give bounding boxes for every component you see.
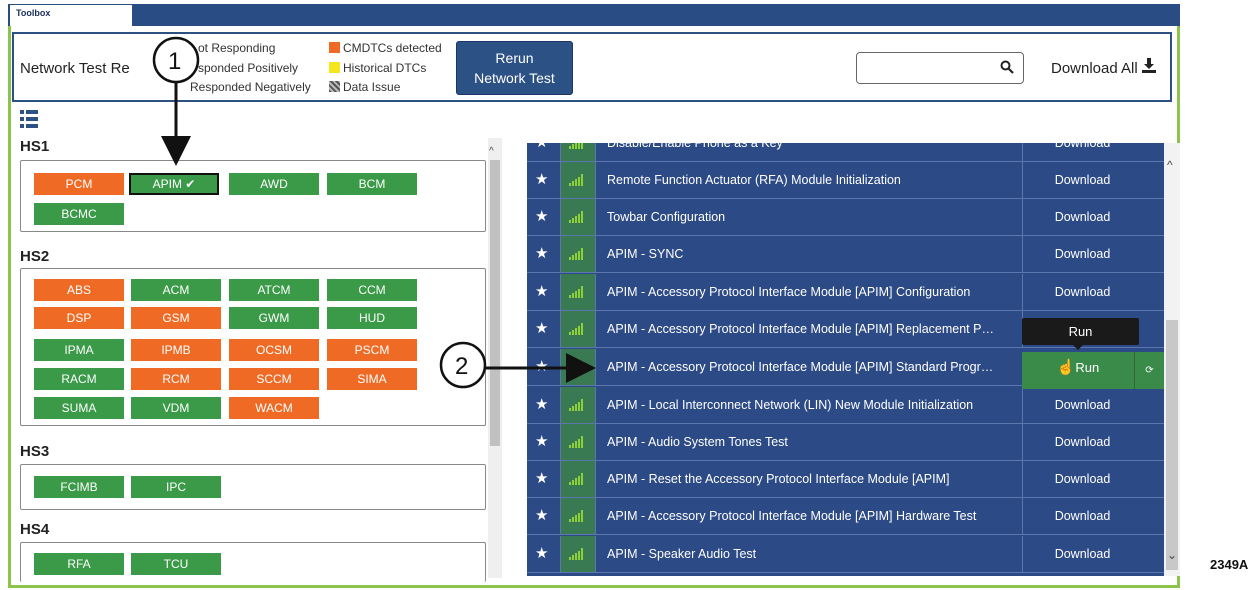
- callout-number-1: 1: [168, 48, 181, 75]
- callout-overlay: 1 2: [152, 36, 596, 389]
- callout-number-2: 2: [455, 353, 468, 380]
